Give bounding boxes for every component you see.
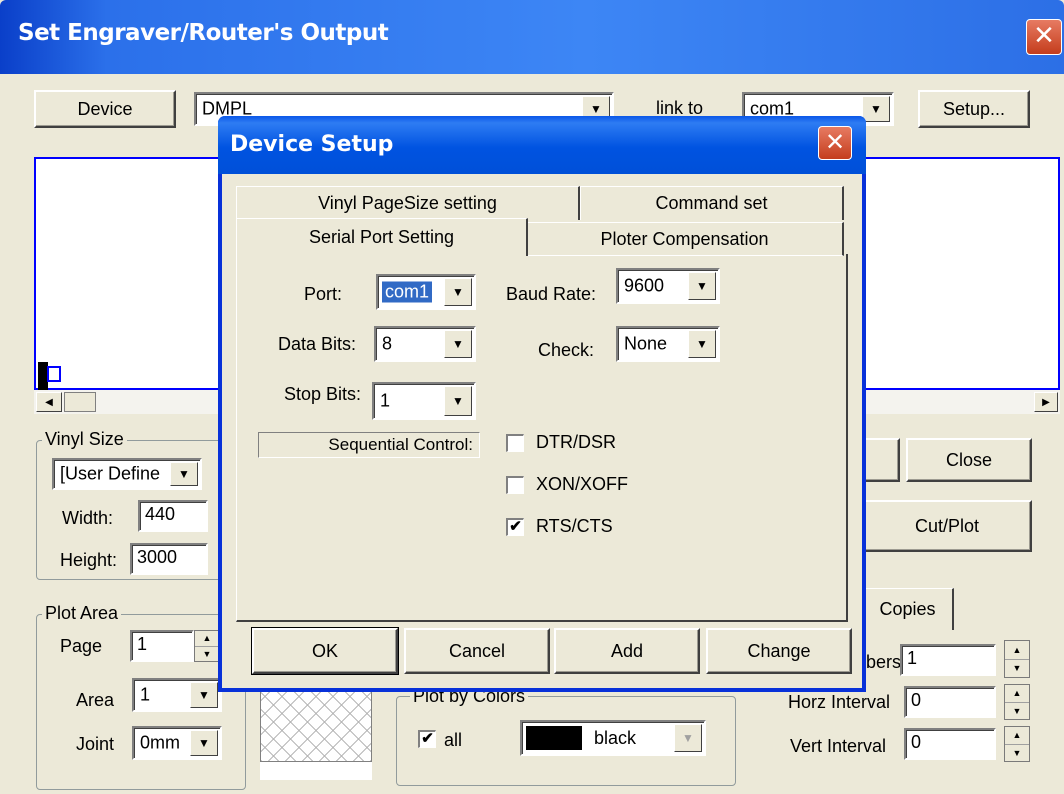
hidden-button[interactable] (862, 438, 900, 482)
stop-bits-select[interactable]: 1 ▼ (372, 382, 476, 420)
area-label: Area (76, 690, 115, 710)
baud-rate-value: 9600 (624, 275, 665, 296)
spin-up-icon[interactable]: ▲ (1005, 685, 1029, 703)
chevron-down-icon[interactable]: ▼ (862, 96, 890, 122)
horz-interval-spinner[interactable]: ▲ ▼ (1004, 684, 1030, 720)
dtr-dsr-label: DTR/DSR (536, 432, 616, 452)
tab-ploter-compensation[interactable]: Ploter Compensation (526, 222, 844, 256)
sequential-control-label: Sequential Control: (258, 432, 480, 458)
chevron-down-icon[interactable]: ▼ (674, 724, 702, 752)
width-label: Width: (62, 508, 114, 528)
joint-value: 0mm (140, 732, 180, 753)
chevron-down-icon[interactable]: ▼ (444, 278, 472, 306)
horz-interval-field[interactable]: 0 (904, 686, 996, 718)
all-colors-label: all (444, 730, 463, 750)
chevron-down-icon[interactable]: ▼ (688, 330, 716, 358)
spin-down-icon[interactable]: ▼ (1005, 660, 1029, 678)
spin-up-icon[interactable]: ▲ (1005, 641, 1029, 660)
chevron-down-icon[interactable]: ▼ (444, 386, 472, 416)
chevron-down-icon[interactable]: ▼ (688, 272, 716, 300)
vinyl-preset-value: [User Define (60, 463, 161, 484)
chevron-down-icon[interactable]: ▼ (170, 462, 198, 486)
stop-bits-value: 1 (380, 390, 391, 411)
area-value: 1 (140, 684, 151, 705)
spin-down-icon[interactable]: ▼ (1005, 745, 1029, 762)
vinyl-preset-select[interactable]: [User Define ▼ (52, 458, 202, 490)
rts-cts-checkbox[interactable]: ✔ (506, 518, 524, 536)
chevron-down-icon[interactable]: ▼ (190, 730, 218, 756)
pattern-strip (260, 762, 372, 780)
close-button[interactable]: Close (906, 438, 1032, 482)
change-button[interactable]: Change (706, 628, 852, 674)
cut-plot-button[interactable]: Cut/Plot (862, 500, 1032, 552)
setup-button[interactable]: Setup... (918, 90, 1030, 128)
check-select[interactable]: None ▼ (616, 326, 720, 362)
spin-down-icon[interactable]: ▼ (195, 647, 219, 662)
chevron-down-icon[interactable]: ▼ (444, 330, 472, 358)
horz-interval-label: Horz Interval (788, 692, 891, 712)
ok-button[interactable]: OK (251, 627, 399, 675)
vinyl-outline-marker (47, 366, 61, 382)
joint-label: Joint (76, 734, 115, 754)
chevron-down-icon[interactable]: ▼ (190, 682, 218, 708)
fill-pattern-preview (260, 688, 372, 762)
all-colors-checkbox[interactable]: ✔ (418, 730, 436, 748)
tab-serial-port-setting[interactable]: Serial Port Setting (236, 218, 528, 256)
plot-area-title: Plot Area (42, 603, 122, 624)
vert-interval-field[interactable]: 0 (904, 728, 996, 760)
color-select[interactable]: black ▼ (520, 720, 706, 756)
numbers-label: bers (866, 652, 902, 672)
numbers-spinner[interactable]: ▲ ▼ (1004, 640, 1030, 678)
spin-up-icon[interactable]: ▲ (1005, 727, 1029, 745)
spin-down-icon[interactable]: ▼ (1005, 703, 1029, 720)
dtr-dsr-checkbox[interactable] (506, 434, 524, 452)
tab-vinyl-pagesize[interactable]: Vinyl PageSize setting (236, 186, 580, 220)
baud-rate-label: Baud Rate: (506, 284, 597, 304)
port-label: Port: (304, 284, 343, 304)
main-close-button[interactable]: ✕ (1026, 19, 1062, 55)
cancel-button[interactable]: Cancel (404, 628, 550, 674)
height-field[interactable]: 3000 (130, 543, 208, 575)
check-label: Check: (538, 340, 595, 360)
vert-interval-spinner[interactable]: ▲ ▼ (1004, 726, 1030, 762)
data-bits-label: Data Bits: (278, 334, 357, 354)
xon-xoff-checkbox[interactable] (506, 476, 524, 494)
data-bits-value: 8 (382, 333, 393, 354)
baud-rate-select[interactable]: 9600 ▼ (616, 268, 720, 304)
check-value: None (624, 333, 668, 354)
spin-up-icon[interactable]: ▲ (195, 631, 219, 647)
numbers-field[interactable]: 1 (900, 644, 996, 676)
page-label: Page (60, 636, 103, 656)
data-bits-select[interactable]: 8 ▼ (374, 326, 476, 362)
vinyl-size-title: Vinyl Size (42, 429, 127, 450)
add-button[interactable]: Add (554, 628, 700, 674)
dialog-close-button[interactable]: ✕ (818, 126, 852, 160)
width-field[interactable]: 440 (138, 500, 208, 532)
area-select[interactable]: 1 ▼ (132, 678, 222, 712)
page-field[interactable]: 1 (130, 630, 194, 662)
tab-copies[interactable]: Copies (862, 588, 954, 630)
rts-cts-label: RTS/CTS (536, 516, 613, 536)
main-window-title: Set Engraver/Router's Output (18, 20, 389, 46)
scroll-right-icon[interactable]: ▶ (1034, 392, 1058, 412)
scroll-left-icon[interactable]: ◀ (36, 392, 62, 412)
height-label: Height: (60, 550, 118, 570)
scrollbar-thumb[interactable] (64, 392, 96, 412)
tab-command-set[interactable]: Command set (580, 186, 844, 220)
dialog-title: Device Setup (230, 132, 394, 157)
joint-select[interactable]: 0mm ▼ (132, 726, 222, 760)
device-button[interactable]: Device (34, 90, 176, 128)
port-value: com1 (382, 281, 433, 303)
page-spinner[interactable]: ▲ ▼ (194, 630, 220, 662)
color-swatch (526, 726, 582, 750)
color-name: black (594, 728, 637, 748)
port-select[interactable]: com1 ▼ (376, 274, 476, 310)
stop-bits-label: Stop Bits: (284, 384, 362, 404)
vert-interval-label: Vert Interval (790, 736, 887, 756)
xon-xoff-label: XON/XOFF (536, 474, 629, 494)
